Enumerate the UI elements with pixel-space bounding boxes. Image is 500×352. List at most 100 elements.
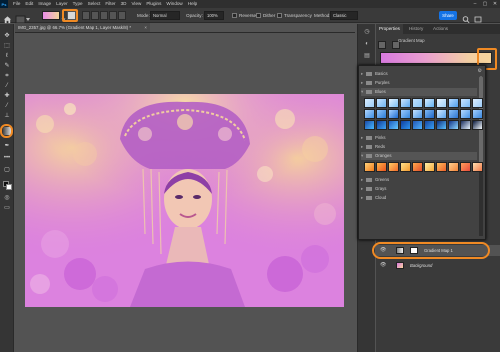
tool-preset-picker[interactable] xyxy=(15,11,31,24)
gradient-swatch[interactable] xyxy=(388,162,399,172)
gradient-swatch[interactable] xyxy=(400,98,411,108)
gradient-swatch[interactable] xyxy=(472,98,483,108)
transparency-checkbox[interactable] xyxy=(277,13,282,18)
brush-tool-icon[interactable]: ⁄ xyxy=(3,102,11,110)
tab-actions[interactable]: Actions xyxy=(430,24,451,34)
workspace-icon[interactable] xyxy=(474,11,482,23)
method-select[interactable]: Classic xyxy=(330,11,358,20)
document-tab[interactable]: IMG_2357.jpg @ 66.7% (Gradient Map 1, La… xyxy=(15,23,150,32)
gradient-map-bar[interactable] xyxy=(380,52,492,64)
move-tool-icon[interactable]: ✥ xyxy=(3,32,11,40)
quick-mask-icon[interactable]: ◎ xyxy=(3,194,11,202)
gradient-swatch[interactable] xyxy=(364,109,375,119)
gradient-swatch[interactable] xyxy=(448,120,459,130)
folder-purples[interactable]: ▸ Purples xyxy=(361,79,477,87)
gradient-swatch[interactable] xyxy=(424,109,435,119)
document-image[interactable] xyxy=(25,94,344,307)
foreground-background-colors[interactable] xyxy=(3,181,12,190)
gradient-swatch[interactable] xyxy=(460,98,471,108)
gradient-swatch[interactable] xyxy=(412,162,423,172)
folder-pinks[interactable]: ▸ Pinks xyxy=(361,134,477,142)
share-button[interactable]: Share xyxy=(439,11,457,20)
gradient-swatch[interactable] xyxy=(400,120,411,130)
radial-gradient-button[interactable] xyxy=(91,11,99,20)
gear-icon[interactable]: ⚙ xyxy=(478,68,482,74)
gradient-swatch[interactable] xyxy=(460,162,471,172)
menu-filter[interactable]: Filter xyxy=(105,0,115,8)
menu-3d[interactable]: 3D xyxy=(121,0,127,8)
gradient-swatch[interactable] xyxy=(376,109,387,119)
pen-tool-icon[interactable]: ✒ xyxy=(3,142,11,150)
screen-mode-icon[interactable]: ▭ xyxy=(3,204,11,212)
folder-reds[interactable]: ▸ Reds xyxy=(361,143,477,151)
gradient-swatch[interactable] xyxy=(412,98,423,108)
gradient-swatch[interactable] xyxy=(376,120,387,130)
minimize-button[interactable]: – xyxy=(470,0,480,8)
menu-edit[interactable]: Edit xyxy=(25,0,33,8)
reflected-gradient-button[interactable] xyxy=(109,11,117,20)
gradient-swatch[interactable] xyxy=(448,162,459,172)
folder-blues[interactable]: ▾ Blues xyxy=(361,88,477,96)
gradient-swatch[interactable] xyxy=(42,11,60,20)
gradient-swatch[interactable] xyxy=(460,120,471,130)
libraries-panel-icon[interactable]: ▤ xyxy=(362,52,372,61)
background-color-swatch[interactable] xyxy=(6,184,12,190)
folder-cloud[interactable]: ▸ Cloud xyxy=(361,194,477,202)
close-tab-icon[interactable]: × xyxy=(144,23,147,32)
gradient-swatch[interactable] xyxy=(412,120,423,130)
edit-toolbar-icon[interactable]: ▢ xyxy=(3,166,11,174)
opacity-field[interactable]: 100% xyxy=(204,11,224,20)
menu-type[interactable]: Type xyxy=(73,0,83,8)
lasso-tool-icon[interactable]: ℓ xyxy=(3,52,11,60)
angle-gradient-button[interactable] xyxy=(100,11,108,20)
reverse-checkbox[interactable] xyxy=(232,13,237,18)
folder-grays[interactable]: ▸ Grays xyxy=(361,185,477,193)
folder-basics[interactable]: ▸ Basics xyxy=(361,70,477,78)
gradient-swatch[interactable] xyxy=(424,162,435,172)
gradient-swatch[interactable] xyxy=(460,109,471,119)
canvas-area[interactable] xyxy=(15,33,355,352)
menu-layer[interactable]: Layer xyxy=(56,0,68,8)
eye-icon[interactable]: 👁 xyxy=(380,262,386,268)
tab-history[interactable]: History xyxy=(406,24,426,34)
gradient-swatch[interactable] xyxy=(448,109,459,119)
gradient-swatch[interactable] xyxy=(364,120,375,130)
more-tools-icon[interactable]: ••• xyxy=(3,154,11,162)
diamond-gradient-button[interactable] xyxy=(118,11,126,20)
gradient-swatch[interactable] xyxy=(436,109,447,119)
menu-help[interactable]: Help xyxy=(188,0,197,8)
home-icon[interactable] xyxy=(3,11,12,24)
folder-greens[interactable]: ▸ Greens xyxy=(361,176,477,184)
marquee-tool-icon[interactable]: ⬚ xyxy=(3,42,11,50)
menu-select[interactable]: Select xyxy=(88,0,101,8)
layer-background[interactable]: 👁 Background xyxy=(376,260,500,271)
crop-tool-icon[interactable]: ⌗ xyxy=(3,72,11,80)
gradient-swatch[interactable] xyxy=(472,162,483,172)
gradient-swatch[interactable] xyxy=(472,120,483,130)
search-icon[interactable] xyxy=(462,11,470,24)
clone-stamp-tool-icon[interactable]: ⊥ xyxy=(3,112,11,120)
adjustments-panel-icon[interactable]: ◐ xyxy=(362,40,372,49)
gradient-swatch[interactable] xyxy=(436,120,447,130)
close-button[interactable]: ✕ xyxy=(490,0,500,8)
menu-file[interactable]: File xyxy=(13,0,20,8)
adjustment-icon[interactable] xyxy=(378,41,386,49)
healing-tool-icon[interactable]: ✚ xyxy=(3,92,11,100)
menu-view[interactable]: View xyxy=(131,0,141,8)
dither-checkbox[interactable] xyxy=(256,13,261,18)
gradient-swatch[interactable] xyxy=(472,109,483,119)
gradient-swatch[interactable] xyxy=(388,109,399,119)
gradient-swatch[interactable] xyxy=(376,98,387,108)
gradient-swatch[interactable] xyxy=(400,109,411,119)
gradient-swatch[interactable] xyxy=(388,98,399,108)
menu-window[interactable]: Window xyxy=(166,0,182,8)
folder-oranges[interactable]: ▾ Oranges xyxy=(361,152,477,160)
gradient-swatch[interactable] xyxy=(364,162,375,172)
menu-plugins[interactable]: Plugins xyxy=(146,0,161,8)
gradient-swatch[interactable] xyxy=(436,98,447,108)
mode-select[interactable]: Normal xyxy=(150,11,180,20)
gradient-swatch[interactable] xyxy=(424,98,435,108)
gradient-swatch[interactable] xyxy=(412,109,423,119)
gradient-swatch[interactable] xyxy=(388,120,399,130)
menu-image[interactable]: Image xyxy=(38,0,51,8)
